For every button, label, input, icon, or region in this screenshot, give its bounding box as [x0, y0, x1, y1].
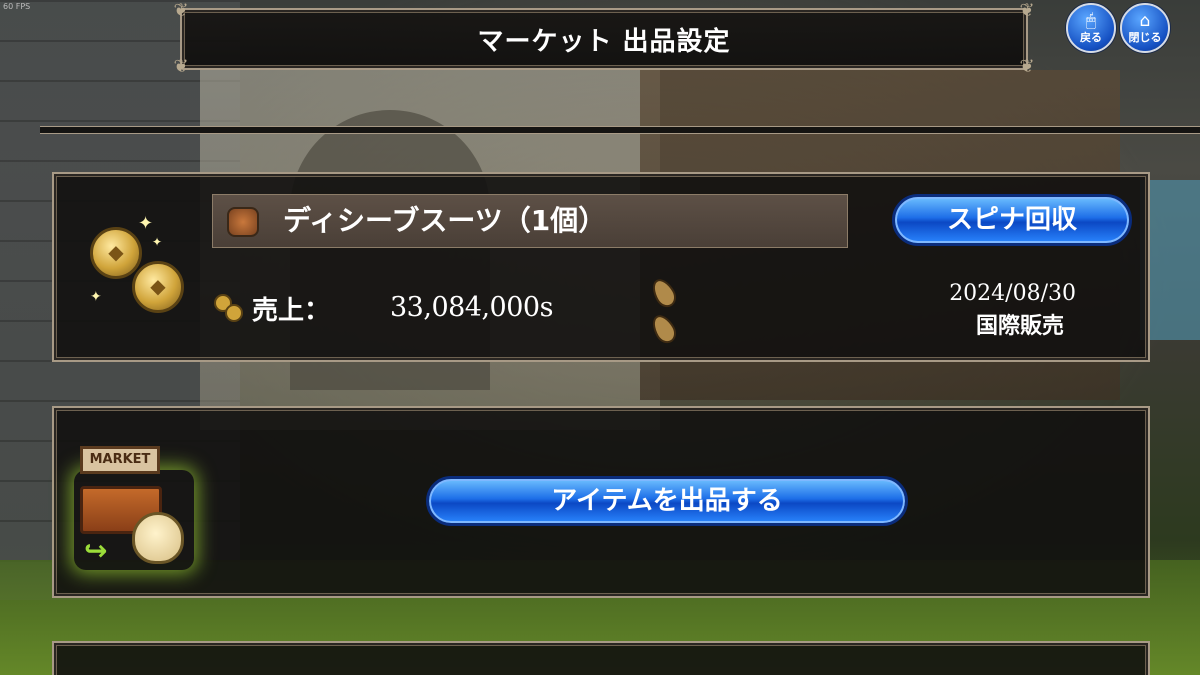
coin-icon [132, 261, 184, 313]
fps-counter: 60 FPS [3, 2, 31, 11]
sales-label: 売上： [252, 296, 331, 326]
back-button[interactable]: 🖱 戻る [1066, 3, 1116, 53]
coins-icon: ✦ ✦ ✦ [82, 213, 192, 329]
seed-icon [647, 275, 681, 311]
armor-icon [227, 207, 259, 237]
sparkle-icon: ✦ [152, 235, 163, 249]
divider-strip [40, 126, 1200, 134]
sparkle-icon: ✦ [138, 213, 154, 234]
money-bag-icon [132, 512, 184, 564]
empty-slot-panel [52, 641, 1150, 675]
seed-icon [647, 311, 681, 347]
home-icon: ⌂ [1139, 11, 1151, 31]
sales-value: 33,084,000s [390, 292, 553, 323]
market-sign: MARKET [80, 446, 160, 474]
small-coins-icon [214, 292, 244, 322]
sale-region: 国際販売 [975, 314, 1064, 339]
arrow-icon: ↪ [84, 534, 108, 567]
item-name-bar: ディシーブスーツ（1個） [212, 194, 848, 248]
item-name: ディシーブスーツ（1個） [283, 204, 607, 237]
sparkle-icon: ✦ [90, 289, 102, 305]
close-label: 閉じる [1128, 31, 1162, 44]
title-bar: ❦ ❦ ❦ ❦ マーケット 出品設定 [173, 0, 1034, 77]
close-button[interactable]: ⌂ 閉じる [1120, 3, 1170, 53]
mouse-icon: 🖱 [1085, 11, 1097, 31]
coin-icon [90, 227, 142, 279]
page-title: マーケット 出品設定 [477, 26, 731, 57]
market-icon: MARKET ↪ [74, 440, 194, 568]
back-label: 戻る [1080, 31, 1102, 44]
listing-panel: ✦ ✦ ✦ ディシーブスーツ（1個） スピナ回収 売上： 33,084,000s… [52, 172, 1150, 362]
listing-date: 2024/08/30 [949, 281, 1076, 306]
collect-spina-button[interactable]: スピナ回収 [892, 194, 1132, 246]
list-item-button[interactable]: アイテムを出品する [426, 476, 908, 526]
list-item-panel: MARKET ↪ アイテムを出品する [52, 406, 1150, 598]
